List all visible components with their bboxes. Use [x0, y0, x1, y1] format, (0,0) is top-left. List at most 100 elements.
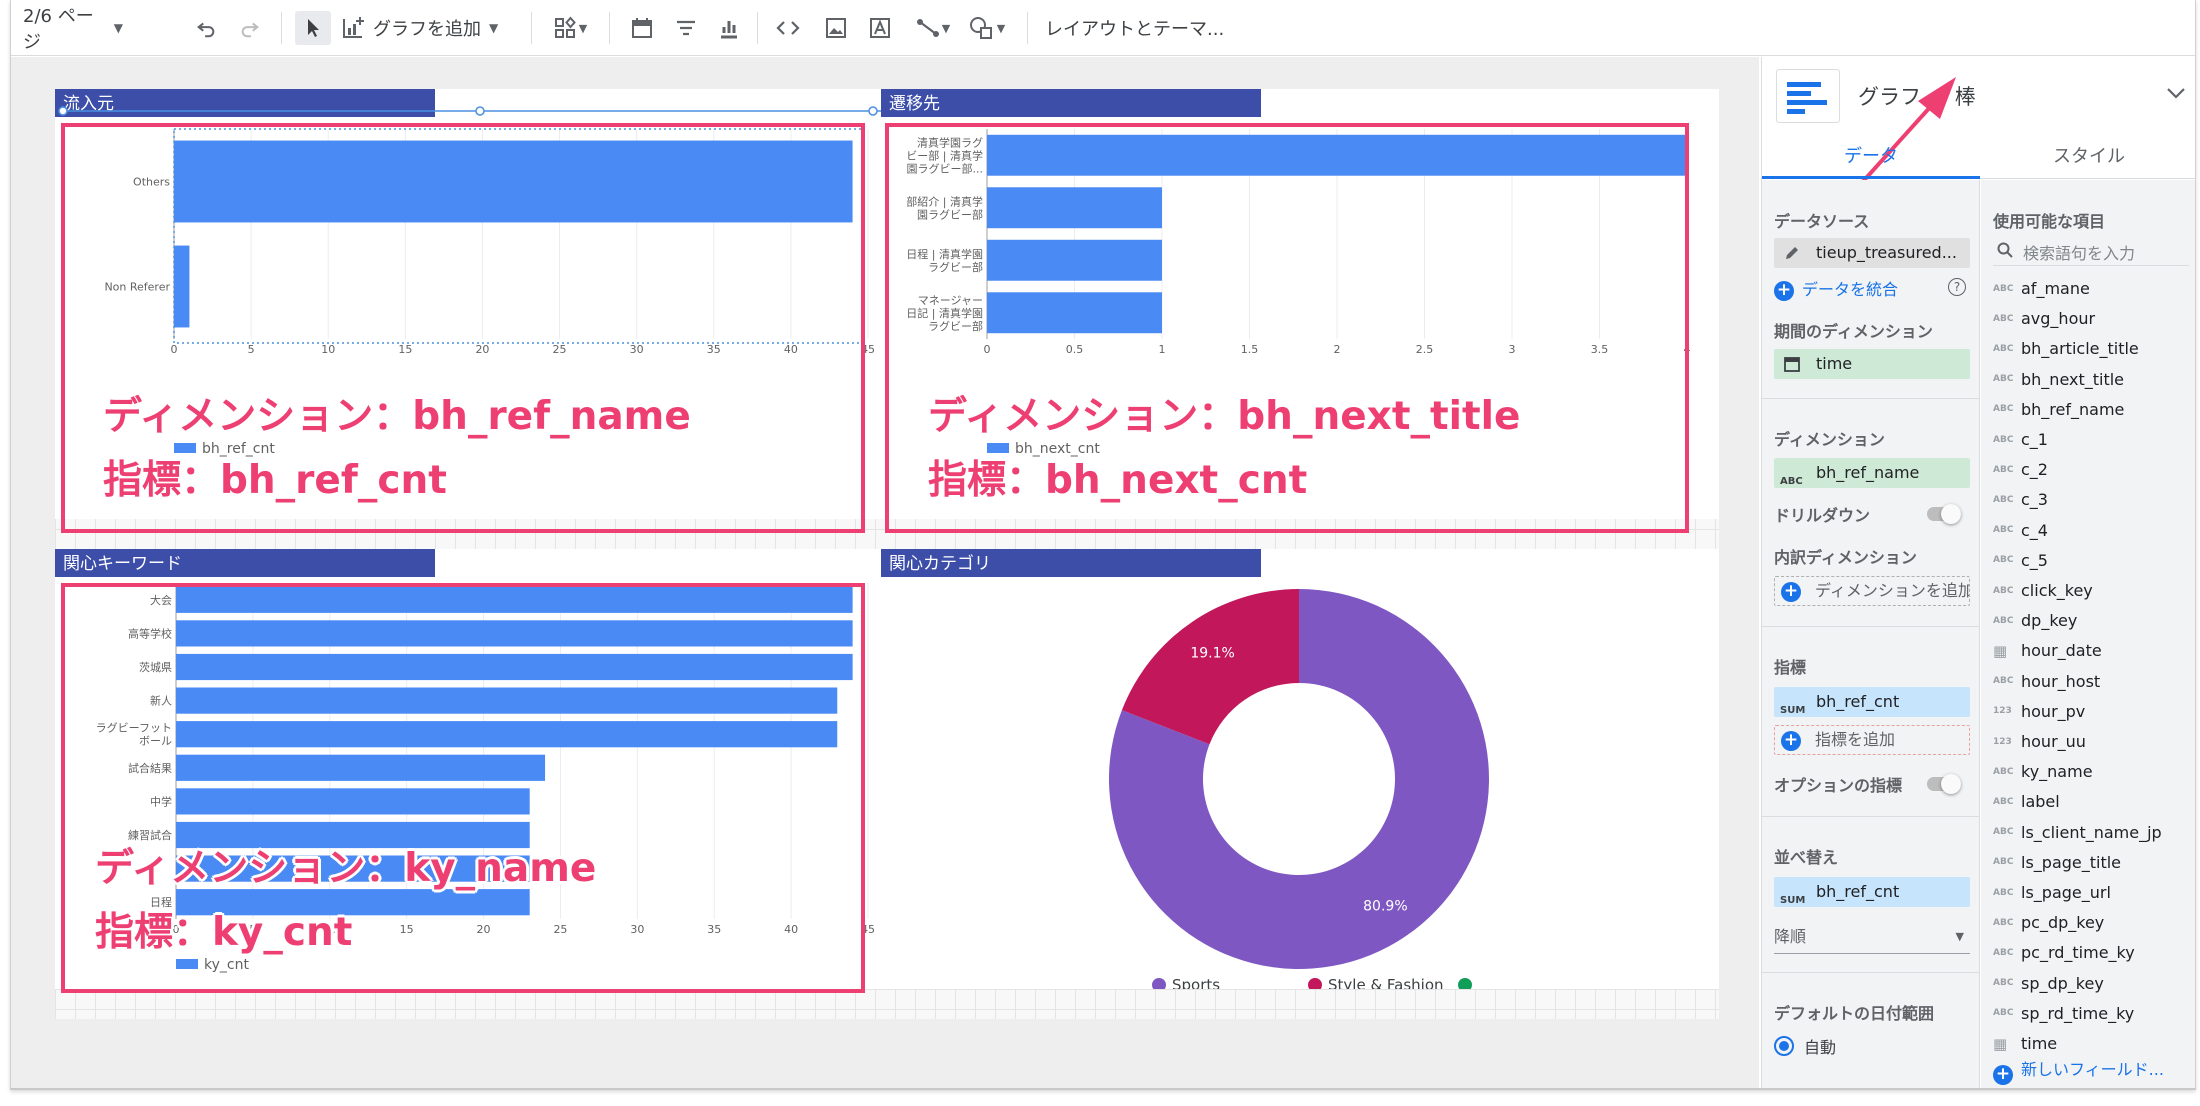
sort-value: bh_ref_cnt [1816, 882, 1900, 901]
field-item[interactable]: 123 hour_uu [1993, 731, 2086, 753]
shape-icon[interactable]: ▼ [961, 11, 1013, 45]
dimension-value: bh_ref_name [1816, 463, 1920, 482]
field-item[interactable]: ABC c_1 [1993, 429, 2048, 451]
code-icon[interactable] [771, 11, 805, 45]
field-item[interactable]: ABC sp_dp_key [1993, 973, 2104, 995]
field-item[interactable]: ABC label [1993, 791, 2060, 813]
add-metric-button[interactable]: + 指標を追加 [1774, 725, 1970, 755]
calendar-icon[interactable] [625, 11, 659, 45]
field-name: c_3 [2021, 490, 2048, 510]
add-chart-button[interactable]: グラフを追加 ▼ [341, 11, 517, 45]
search-input[interactable]: 検索語句を入力 [2023, 240, 2135, 264]
field-item[interactable]: ▦ hour_date [1993, 640, 2102, 662]
add-dimension-button[interactable]: + ディメンションを追加 [1774, 576, 1970, 606]
blend-data-button[interactable]: + データを統合 [1774, 276, 1898, 301]
field-name: ky_name [2021, 762, 2093, 782]
field-name: avg_hour [2021, 309, 2096, 329]
legend-label: Sports [1172, 976, 1220, 989]
dimension-label: ディメンション [1774, 430, 1885, 449]
app-window: 2/6 ページ ▼ グラフを追加 ▼ ▼ ▼ ▼ レイアウトとテーマ... 流入… [10, 0, 2196, 1090]
tab-style[interactable]: スタイル [1980, 135, 2195, 179]
chart-categories[interactable]: 関心カテゴリ 80.9% 19.1% Sports Style & Fashion [881, 549, 1719, 989]
report-canvas: 流入元 0 5 10 15 20 25 30 35 40 45 Others Non Referer b… [11, 57, 1759, 1088]
field-item[interactable]: ABC c_2 [1993, 459, 2048, 481]
field-name: click_key [2021, 581, 2093, 600]
slice-label: 19.1% [1190, 646, 1234, 662]
field-item[interactable]: 123 hour_pv [1993, 701, 2085, 723]
field-item[interactable]: ABC hour_host [1993, 671, 2100, 693]
field-item[interactable]: ABC avg_hour [1993, 308, 2095, 330]
field-item[interactable]: ABC c_3 [1993, 489, 2048, 511]
field-search[interactable]: 検索語句を入力 [1993, 234, 2189, 266]
text-type-icon: ABC [1993, 464, 2014, 475]
field-item[interactable]: ▦ time [1993, 1033, 2057, 1055]
pencil-icon [1786, 247, 1798, 259]
field-item[interactable]: ABC ky_name [1993, 761, 2093, 783]
filter-icon[interactable] [669, 11, 703, 45]
field-item[interactable]: ABC pc_rd_time_ky [1993, 942, 2135, 964]
field-name: c_1 [2021, 430, 2048, 449]
panel-tabs: データ スタイル [1762, 135, 2195, 179]
add-control-icon[interactable]: ▼ [545, 11, 595, 45]
redo-icon[interactable] [233, 11, 267, 45]
field-item[interactable]: ABC dp_key [1993, 610, 2077, 632]
field-item[interactable]: ABC bh_article_title [1993, 338, 2139, 360]
text-type-icon: ABC [1993, 857, 2014, 868]
field-item[interactable]: ABC ls_client_name_jp [1993, 822, 2162, 844]
add-chart-icon [343, 17, 364, 38]
optional-metric-toggle[interactable] [1927, 774, 1961, 794]
undo-icon[interactable] [189, 11, 223, 45]
metric-chip[interactable]: SUM bh_ref_cnt [1774, 687, 1970, 717]
field-name: hour_uu [2021, 732, 2086, 751]
bar-chart-type-icon[interactable] [1776, 69, 1840, 123]
field-item[interactable]: ABC sp_rd_time_ky [1993, 1003, 2134, 1025]
annotation-text: ディメンション：bh_ref_name [103, 394, 691, 439]
add-dimension-label: ディメンションを追加 [1815, 581, 1970, 600]
text-type-icon: ABC [1993, 1008, 2014, 1019]
metric-value: bh_ref_cnt [1816, 692, 1900, 711]
data-source-chip[interactable]: tieup_treasured... [1774, 238, 1970, 268]
field-item[interactable]: ABC af_mane [1993, 278, 2090, 300]
text-type-icon: ABC [1993, 374, 2014, 385]
page-selector[interactable]: 2/6 ページ ▼ [23, 6, 123, 53]
data-source-label: データソース [1774, 212, 1870, 231]
chevron-down-icon[interactable] [2166, 85, 2186, 104]
date-dimension-chip[interactable]: time [1774, 349, 1970, 379]
sort-order-select[interactable]: 降順 ▼ [1774, 920, 1970, 954]
field-item[interactable]: ABC bh_next_title [1993, 369, 2124, 391]
text-icon[interactable] [863, 11, 897, 45]
field-name: c_2 [2021, 460, 2048, 480]
field-item[interactable]: ABC pc_dp_key [1993, 912, 2104, 934]
auto-date-radio[interactable]: 自動 [1774, 1034, 1836, 1058]
field-item[interactable]: ABC ls_page_url [1993, 882, 2111, 904]
available-fields-label: 使用可能な項目 [1993, 212, 2106, 231]
annotation-text: 指標：ky_cnt [95, 910, 353, 955]
field-item[interactable]: ABC click_key [1993, 580, 2093, 602]
resize-handle [475, 106, 485, 116]
dimension-chip[interactable]: ABC bh_ref_name [1774, 458, 1970, 488]
sort-chip[interactable]: SUM bh_ref_cnt [1774, 877, 1970, 907]
field-item[interactable]: ABC ls_page_title [1993, 852, 2121, 874]
date-dimension-label: 期間のディメンション [1774, 322, 1933, 341]
line-icon[interactable]: ▼ [907, 11, 959, 45]
plus-icon: + [1781, 582, 1801, 602]
field-item[interactable]: ABC c_5 [1993, 550, 2048, 572]
field-item[interactable]: ABC bh_ref_name [1993, 399, 2124, 421]
data-control-icon[interactable] [711, 11, 745, 45]
image-icon[interactable] [819, 11, 853, 45]
layout-theme-button[interactable]: レイアウトとテーマ... [1045, 11, 1255, 45]
text-type-icon: ABC [1993, 947, 2014, 958]
new-field-button[interactable]: + 新しいフィールド... [1981, 1056, 2195, 1088]
text-type-icon: ABC [1993, 555, 2014, 566]
help-icon[interactable]: ? [1948, 278, 1966, 296]
field-item[interactable]: ABC c_4 [1993, 520, 2048, 542]
tab-data[interactable]: データ [1762, 135, 1980, 179]
field-name: bh_next_title [2021, 369, 2125, 389]
select-tool-icon[interactable] [295, 11, 331, 45]
resize-handle [58, 106, 68, 116]
add-chart-label: グラフを追加 [373, 19, 481, 40]
donut-chart-categories[interactable]: 80.9% 19.1% Sports Style & Fashion [881, 549, 1719, 989]
legend-dot [1308, 978, 1322, 989]
text-type-icon: ABC [1993, 827, 2014, 838]
drilldown-toggle[interactable] [1927, 504, 1961, 524]
